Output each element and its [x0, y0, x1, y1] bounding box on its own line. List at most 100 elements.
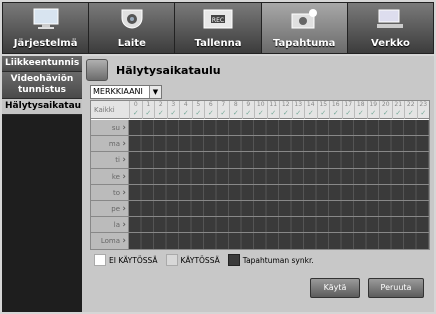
checkmark-icon: ✓: [420, 109, 427, 117]
day-hour-cells[interactable]: [129, 184, 429, 200]
hour-header-cell[interactable]: 9 ✓: [241, 101, 255, 119]
hour-header-cell[interactable]: 20 ✓: [379, 101, 392, 119]
hour-header-cell[interactable]: 21 ✓: [391, 101, 405, 119]
day-hour-cells[interactable]: [129, 136, 429, 152]
checkmark-icon: ✓: [220, 109, 227, 117]
rec-icon: REC: [203, 9, 233, 29]
hour-header-cell[interactable]: 19 ✓: [366, 101, 380, 119]
hour-number: 21: [394, 101, 403, 108]
hour-header-cell[interactable]: 18 ✓: [354, 101, 367, 119]
checkmark-icon: ✓: [232, 109, 239, 117]
checkmark-icon: ✓: [207, 109, 214, 117]
hour-header-cell[interactable]: 14 ✓: [304, 101, 317, 119]
day-hour-cells[interactable]: [129, 217, 429, 233]
hour-number: 17: [344, 101, 353, 108]
hour-number: 6: [208, 101, 213, 108]
hour-number: 9: [246, 101, 251, 108]
tab-tallenna[interactable]: REC Tallenna: [175, 3, 262, 53]
legend-on-swatch: [165, 254, 178, 266]
checkmark-icon: ✓: [320, 109, 327, 117]
day-row: pe: [91, 201, 429, 217]
hour-header-cell[interactable]: 10 ✓: [254, 101, 267, 119]
legend-off-swatch: [94, 254, 106, 266]
day-label[interactable]: pe: [91, 201, 129, 217]
day-hour-cells[interactable]: [129, 168, 429, 184]
tab-label: Tallenna: [194, 38, 242, 49]
day-hour-cells[interactable]: [129, 233, 429, 249]
hour-number: 8: [233, 101, 238, 108]
tab-jarjestelma[interactable]: Järjestelmä: [3, 3, 90, 53]
hour-header-cell[interactable]: 5 ✓: [191, 101, 205, 119]
day-label[interactable]: ma: [91, 136, 129, 152]
hour-number: 14: [306, 101, 315, 108]
legend-sync-label: Tapahtuman synkr.: [242, 255, 314, 265]
checkmark-icon: ✓: [395, 109, 402, 117]
select-all-cell[interactable]: Kaikki: [91, 101, 129, 119]
day-hour-cells[interactable]: [129, 120, 429, 136]
hour-header-cell[interactable]: 7 ✓: [216, 101, 230, 119]
hour-header-cell[interactable]: 4 ✓: [179, 101, 192, 119]
hour-header-cell[interactable]: 15 ✓: [316, 101, 330, 119]
tab-verkko[interactable]: Verkko: [347, 3, 434, 53]
hour-number: 20: [381, 101, 390, 108]
sensor-select[interactable]: MERKKIAANI ▼: [90, 85, 162, 99]
tab-label: Järjestelmä: [13, 38, 78, 49]
tab-laite[interactable]: Laite: [89, 3, 176, 53]
hour-header-cell[interactable]: 22 ✓: [404, 101, 417, 119]
hour-number: 16: [331, 101, 340, 108]
hour-header-cell[interactable]: 11 ✓: [266, 101, 280, 119]
hour-header-cell[interactable]: 23 ✓: [416, 101, 430, 119]
day-label[interactable]: su: [91, 120, 129, 136]
sidebar-item-motion-detection[interactable]: Liikkeentunnis: [2, 56, 82, 72]
day-label[interactable]: ke: [91, 168, 129, 185]
hour-number: 3: [171, 101, 176, 108]
day-label[interactable]: to: [91, 184, 129, 201]
chevron-down-icon[interactable]: ▼: [149, 86, 161, 98]
tab-label: Laite: [117, 38, 146, 49]
hour-header-cell[interactable]: 0 ✓: [129, 101, 142, 119]
day-label[interactable]: Loma: [91, 233, 129, 250]
sidebar-item-alarm-schedule[interactable]: Hälytysaikatau: [2, 99, 82, 115]
main-tab-bar: Järjestelmä Laite REC Tallenna Tapahtuma…: [2, 2, 434, 54]
day-label[interactable]: ti: [91, 152, 129, 169]
day-hour-cells[interactable]: [129, 201, 429, 217]
tab-label: Tapahtuma: [273, 38, 336, 49]
day-row: to: [91, 184, 429, 201]
checkmark-icon: ✓: [270, 109, 277, 117]
hour-number: 10: [256, 101, 265, 108]
hour-header-row: Kaikki 0 ✓ 1 ✓ 2 ✓ 3 ✓ 4 ✓ 5 ✓ 6 ✓ 7 ✓ 8 ✓ 9 ✓ 10 ✓ 11 ✓ 12 ✓ 13 ✓ 1…: [91, 101, 429, 119]
hour-header-cell[interactable]: 16 ✓: [329, 101, 342, 119]
checkmark-icon: ✓: [407, 109, 414, 117]
event-icon: [291, 9, 318, 29]
hour-header-cell[interactable]: 13 ✓: [291, 101, 305, 119]
checkmark-icon: ✓: [307, 109, 314, 117]
hour-header-cell[interactable]: 6 ✓: [204, 101, 217, 119]
day-hour-cells[interactable]: [129, 152, 429, 168]
hour-header-cell[interactable]: 8 ✓: [229, 101, 242, 119]
page-header: Hälytysaikataulu: [86, 58, 221, 82]
hour-header-cell[interactable]: 2 ✓: [154, 101, 167, 119]
day-row: la: [91, 217, 429, 233]
hour-number: 11: [269, 101, 278, 108]
hour-number: 18: [356, 101, 365, 108]
tab-tapahtuma[interactable]: Tapahtuma: [261, 3, 348, 53]
hour-number: 0: [133, 101, 138, 108]
checkmark-icon: ✓: [132, 109, 139, 117]
checkmark-icon: ✓: [370, 109, 377, 117]
day-row: ke: [91, 168, 429, 185]
day-row: Loma: [91, 233, 429, 250]
checkmark-icon: ✓: [332, 109, 339, 117]
apply-button[interactable]: Käytä: [310, 278, 360, 298]
hour-number: 12: [281, 101, 290, 108]
cancel-button[interactable]: Peruuta: [368, 278, 424, 298]
day-row: ma: [91, 136, 429, 152]
hour-header-cell[interactable]: 12 ✓: [279, 101, 292, 119]
hour-number: 13: [294, 101, 303, 108]
hour-number: 1: [146, 101, 151, 108]
checkmark-icon: ✓: [357, 109, 364, 117]
hour-header-cell[interactable]: 1 ✓: [141, 101, 155, 119]
hour-header-cell[interactable]: 17 ✓: [341, 101, 355, 119]
sidebar-item-video-loss[interactable]: Videohäviön tunnistus: [2, 72, 82, 99]
hour-header-cell[interactable]: 3 ✓: [166, 101, 180, 119]
day-label[interactable]: la: [91, 217, 129, 233]
